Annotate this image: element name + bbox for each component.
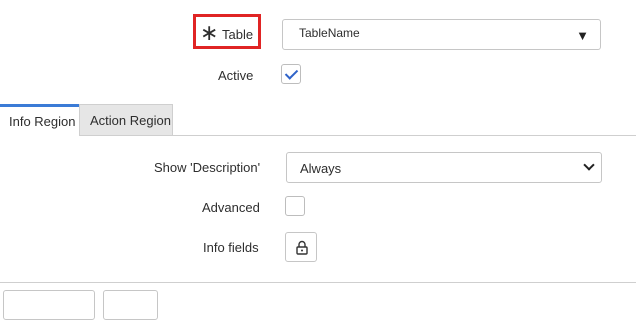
active-label: Active [218, 68, 254, 83]
show-description-label: Show 'Description' [154, 160, 261, 175]
tab-info-region[interactable]: Info Region [0, 104, 79, 136]
table-select-value: TableName [299, 26, 360, 40]
table-select[interactable]: TableName ▼ [282, 19, 601, 50]
required-asterisk-icon: ∗ [200, 20, 219, 45]
caret-down-icon: ▼ [576, 28, 589, 43]
chevron-down-icon [583, 159, 595, 171]
advanced-checkbox[interactable] [285, 196, 305, 216]
footer-button[interactable] [103, 290, 158, 320]
advanced-label: Advanced [202, 200, 260, 215]
active-checkbox[interactable] [281, 64, 301, 84]
info-fields-lock-button[interactable] [285, 232, 317, 262]
checkmark-icon [284, 66, 299, 80]
show-description-select[interactable]: Always [286, 152, 602, 183]
info-fields-label: Info fields [203, 240, 259, 255]
footer-button[interactable] [3, 290, 95, 320]
show-description-value: Always [300, 161, 342, 176]
footer-divider [0, 282, 636, 283]
tab-action-region[interactable]: Action Region [79, 104, 173, 135]
lock-icon [296, 240, 308, 255]
table-label: Table [222, 27, 254, 42]
